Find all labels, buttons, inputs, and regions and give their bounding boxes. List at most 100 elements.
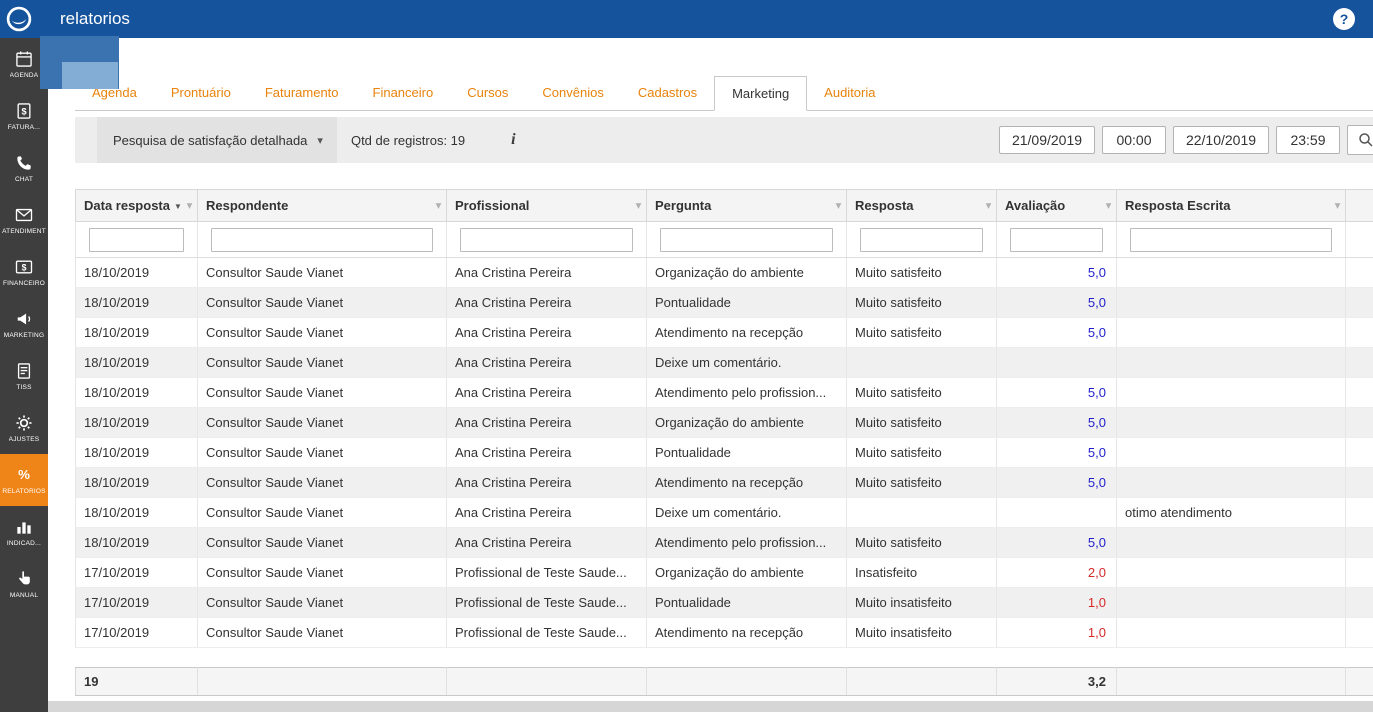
table-row[interactable]: 17/10/2019 Consultor Saude Vianet Profissi… bbox=[75, 617, 1373, 648]
sidebar-item-ajustes[interactable]: AJUSTES bbox=[0, 402, 48, 454]
table-row[interactable]: 17/10/2019 Consultor Saude Vianet Profissi… bbox=[75, 557, 1373, 588]
column-menu-icon[interactable]: ▾ bbox=[986, 200, 991, 211]
filter-input-resposta[interactable] bbox=[860, 227, 983, 252]
table-row[interactable]: 18/10/2019 Consultor Saude Vianet Ana Cris… bbox=[75, 257, 1373, 288]
table-cell: Consultor Saude Vianet bbox=[197, 377, 447, 408]
filter-input-respondente[interactable] bbox=[211, 227, 433, 252]
column-menu-icon[interactable]: ▾ bbox=[636, 200, 641, 211]
sidebar-item-atendimento[interactable]: ATENDIMENT bbox=[0, 194, 48, 246]
report-selector-label: Pesquisa de satisfação detalhada bbox=[113, 132, 308, 148]
column-header-pergunta[interactable]: Pergunta ▾ bbox=[646, 189, 847, 222]
table-row[interactable]: 17/10/2019 Consultor Saude Vianet Profissi… bbox=[75, 587, 1373, 618]
table-cell: 5,0 bbox=[996, 377, 1117, 408]
sidebar-item-chat[interactable]: CHAT bbox=[0, 142, 48, 194]
column-header-resposta[interactable]: Resposta ▾ bbox=[846, 189, 997, 222]
filter-input-avaliacao[interactable] bbox=[1010, 227, 1103, 252]
table-cell: Ana Cristina Pereira bbox=[446, 317, 647, 348]
document-icon bbox=[17, 363, 31, 379]
help-button[interactable]: ? bbox=[1333, 8, 1355, 30]
table-cell: 18/10/2019 bbox=[75, 317, 198, 348]
table-cell: Atendimento pelo profission... bbox=[646, 377, 847, 408]
table-cell: 18/10/2019 bbox=[75, 407, 198, 438]
column-menu-icon[interactable]: ▾ bbox=[187, 200, 192, 211]
sidebar-item-label: CHAT bbox=[14, 176, 33, 183]
main-content: Agenda Prontuário Faturamento Financeiro… bbox=[48, 38, 1373, 712]
table-cell: 5,0 bbox=[996, 257, 1117, 288]
tab-convenios[interactable]: Convênios bbox=[525, 76, 620, 110]
table-cell bbox=[1116, 257, 1346, 288]
info-icon[interactable]: i bbox=[511, 131, 515, 149]
table-row[interactable]: 18/10/2019 Consultor Saude Vianet Ana Cris… bbox=[75, 527, 1373, 558]
table-gap-row bbox=[75, 647, 1373, 668]
table-cell: Consultor Saude Vianet bbox=[197, 587, 447, 618]
column-menu-icon[interactable]: ▾ bbox=[1335, 200, 1340, 211]
column-menu-icon[interactable]: ▾ bbox=[436, 200, 441, 211]
time-to-input[interactable] bbox=[1276, 126, 1340, 154]
sidebar-item-tiss[interactable]: TISS bbox=[0, 350, 48, 402]
table-row[interactable]: 18/10/2019 Consultor Saude Vianet Ana Cris… bbox=[75, 317, 1373, 348]
table-cell: Muito satisfeito bbox=[846, 437, 997, 468]
percent-icon: % bbox=[18, 467, 30, 482]
tab-auditoria[interactable]: Auditoria bbox=[807, 76, 892, 110]
search-button[interactable] bbox=[1347, 125, 1373, 155]
footer-record-count: 19 bbox=[75, 667, 198, 696]
table-cell bbox=[1116, 317, 1346, 348]
column-label: Pergunta bbox=[655, 198, 712, 213]
table-cell bbox=[996, 497, 1117, 528]
date-from-input[interactable] bbox=[999, 126, 1095, 154]
tab-cursos[interactable]: Cursos bbox=[450, 76, 525, 110]
sidebar-item-manual[interactable]: MANUAL bbox=[0, 558, 48, 610]
table-cell: Ana Cristina Pereira bbox=[446, 467, 647, 498]
table-cell: Organização do ambiente bbox=[646, 257, 847, 288]
sidebar-item-label: INDICAD... bbox=[6, 540, 42, 547]
column-label: Respondente bbox=[206, 198, 289, 213]
sidebar-item-label: RELATORIOS bbox=[2, 488, 46, 495]
column-header-data-resposta[interactable]: Data resposta ▼ ▾ bbox=[75, 189, 198, 222]
tab-marketing[interactable]: Marketing bbox=[714, 76, 808, 111]
filter-row bbox=[75, 221, 1373, 258]
column-menu-icon[interactable]: ▾ bbox=[1106, 200, 1111, 211]
table-row[interactable]: 18/10/2019 Consultor Saude Vianet Ana Cris… bbox=[75, 347, 1373, 378]
table-cell: otimo atendimento bbox=[1116, 497, 1346, 528]
logo-swoosh-icon bbox=[6, 6, 32, 32]
sidebar-item-financeiro[interactable]: $ FINANCEIRO bbox=[0, 246, 48, 298]
column-header-respondente[interactable]: Respondente ▾ bbox=[197, 189, 447, 222]
tab-faturamento[interactable]: Faturamento bbox=[248, 76, 356, 110]
column-header-resposta-escrita[interactable]: Resposta Escrita ▾ bbox=[1116, 189, 1346, 222]
table-row[interactable]: 18/10/2019 Consultor Saude Vianet Ana Cris… bbox=[75, 287, 1373, 318]
time-from-input[interactable] bbox=[1102, 126, 1166, 154]
date-to-input[interactable] bbox=[1173, 126, 1269, 154]
bottom-scrollbar-track[interactable] bbox=[48, 701, 1373, 712]
table-cell: 18/10/2019 bbox=[75, 437, 198, 468]
filter-input-profissional[interactable] bbox=[460, 227, 633, 252]
table-cell: Consultor Saude Vianet bbox=[197, 617, 447, 648]
table-row[interactable]: 18/10/2019 Consultor Saude Vianet Ana Cris… bbox=[75, 497, 1373, 528]
column-header-profissional[interactable]: Profissional ▾ bbox=[446, 189, 647, 222]
sidebar-item-relatorios[interactable]: % RELATORIOS bbox=[0, 454, 48, 506]
toolbar: Pesquisa de satisfação detalhada ▾ Qtd d… bbox=[75, 117, 1373, 163]
table-cell bbox=[1345, 257, 1373, 288]
table-row[interactable]: 18/10/2019 Consultor Saude Vianet Ana Cris… bbox=[75, 377, 1373, 408]
column-header-avaliacao[interactable]: Avaliação ▾ bbox=[996, 189, 1117, 222]
tab-cadastros[interactable]: Cadastros bbox=[621, 76, 714, 110]
sidebar-item-label: FINANCEIRO bbox=[2, 280, 46, 287]
table-row[interactable]: 18/10/2019 Consultor Saude Vianet Ana Cris… bbox=[75, 407, 1373, 438]
table-cell: Atendimento pelo profission... bbox=[646, 527, 847, 558]
sidebar-item-marketing[interactable]: MARKETING bbox=[0, 298, 48, 350]
table-row[interactable]: 18/10/2019 Consultor Saude Vianet Ana Cris… bbox=[75, 467, 1373, 498]
sidebar-item-indicadores[interactable]: INDICAD... bbox=[0, 506, 48, 558]
calendar-icon bbox=[16, 51, 32, 67]
tab-financeiro[interactable]: Financeiro bbox=[356, 76, 451, 110]
filter-input-pergunta[interactable] bbox=[660, 227, 833, 252]
tab-prontuario[interactable]: Prontuário bbox=[154, 76, 248, 110]
app-logo[interactable] bbox=[4, 4, 34, 34]
table-cell bbox=[1345, 347, 1373, 378]
filter-input-resposta-escrita[interactable] bbox=[1130, 227, 1332, 252]
sidebar-item-fatura[interactable]: $ FATURA... bbox=[0, 90, 48, 142]
report-selector-dropdown[interactable]: Pesquisa de satisfação detalhada ▾ bbox=[97, 117, 337, 163]
table-cell: 18/10/2019 bbox=[75, 527, 198, 558]
table-row[interactable]: 18/10/2019 Consultor Saude Vianet Ana Cris… bbox=[75, 437, 1373, 468]
filter-input-data-resposta[interactable] bbox=[89, 227, 184, 252]
column-menu-icon[interactable]: ▾ bbox=[836, 200, 841, 211]
dollar-card-icon: $ bbox=[15, 260, 33, 274]
